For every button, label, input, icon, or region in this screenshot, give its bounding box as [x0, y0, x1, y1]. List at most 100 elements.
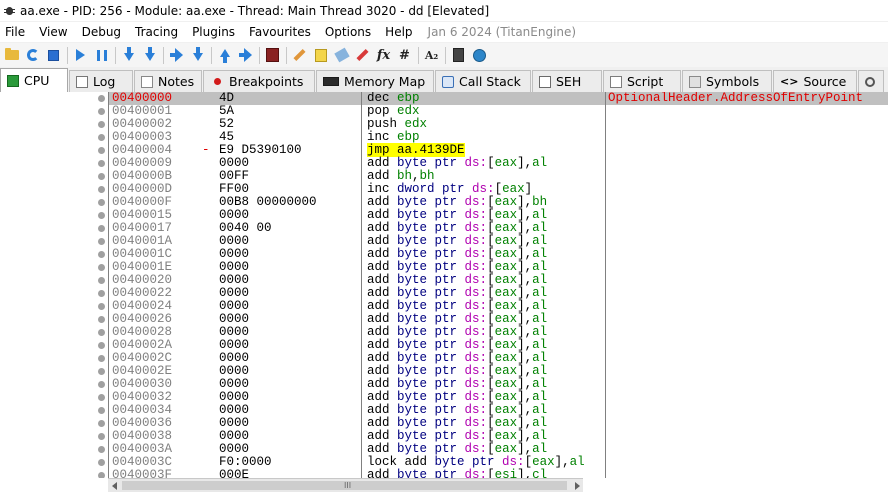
breakpoint-dot-icon[interactable]: [98, 316, 105, 323]
disassembly-view[interactable]: 00400000 4D dec ebp OptionalHeader.AddressO…: [0, 92, 888, 478]
toolbar-separator: [115, 46, 116, 64]
tab-log[interactable]: Log: [69, 70, 133, 92]
breakpoint-dot-icon[interactable]: [98, 420, 105, 427]
breakpoint-dot-icon[interactable]: [98, 290, 105, 297]
toolbar-separator: [67, 46, 68, 64]
call-stack-icon: [442, 75, 454, 88]
run-icon[interactable]: [72, 47, 89, 64]
tab-label: Breakpoints: [229, 74, 304, 89]
menu-file[interactable]: File: [0, 22, 32, 42]
label-icon[interactable]: [333, 47, 350, 64]
breakpoint-dot-icon: [214, 78, 221, 85]
menu-favourites[interactable]: Favourites: [242, 22, 318, 42]
hash-icon[interactable]: #: [396, 47, 413, 64]
toolbar: fx # A₂: [0, 43, 888, 67]
scrollbar-grip: III: [344, 481, 352, 490]
tab-call-stack[interactable]: Call Stack: [435, 70, 531, 92]
tab-label: Call Stack: [459, 74, 521, 89]
open-icon[interactable]: [3, 47, 20, 64]
breakpoint-dot-icon[interactable]: [98, 264, 105, 271]
jump-arrow: -: [202, 143, 210, 157]
breakpoint-dot-icon[interactable]: [98, 147, 105, 154]
breakpoint-dot-icon[interactable]: [98, 212, 105, 219]
menu-view[interactable]: View: [32, 22, 74, 42]
tab-label: Memory Map: [344, 74, 426, 89]
menu-help[interactable]: Help: [378, 22, 419, 42]
trace-icon[interactable]: [168, 47, 185, 64]
scroll-left-icon[interactable]: [108, 479, 120, 492]
calculator-icon[interactable]: [450, 47, 467, 64]
toolbar-separator: [259, 46, 260, 64]
font-icon[interactable]: A₂: [423, 47, 440, 64]
breakpoint-dot-icon[interactable]: [98, 394, 105, 401]
opcode-bytes: 000E: [219, 468, 250, 479]
tab-symbols[interactable]: Symbols: [682, 70, 772, 92]
search-icon: [865, 76, 875, 87]
menu-bar: File View Debug Tracing Plugins Favourit…: [0, 22, 888, 42]
scylla-icon[interactable]: [264, 47, 281, 64]
breakpoint-dot-icon[interactable]: [98, 355, 105, 362]
breakpoint-dot-icon[interactable]: [98, 277, 105, 284]
animate-icon[interactable]: [237, 47, 254, 64]
breakpoint-dot-icon[interactable]: [98, 459, 105, 466]
breakpoint-dot-icon[interactable]: [98, 342, 105, 349]
symbols-icon: [689, 75, 701, 88]
tab-source[interactable]: <> Source: [773, 70, 857, 92]
step-into-icon[interactable]: [120, 47, 137, 64]
step-over-icon[interactable]: [141, 47, 158, 64]
tab-label: CPU: [24, 73, 50, 88]
tab-search[interactable]: [858, 70, 884, 92]
breakpoint-dot-icon[interactable]: [98, 407, 105, 414]
execute-till-return-icon[interactable]: [216, 47, 233, 64]
comment-icon[interactable]: [312, 47, 329, 64]
globe-icon[interactable]: [471, 47, 488, 64]
tab-seh[interactable]: SEH: [532, 70, 602, 92]
scroll-right-icon[interactable]: [571, 479, 583, 492]
breakpoint-dot-icon[interactable]: [98, 121, 105, 128]
breakpoint-dot-icon[interactable]: [98, 446, 105, 453]
breakpoint-dot-icon[interactable]: [98, 199, 105, 206]
menu-plugins[interactable]: Plugins: [185, 22, 242, 42]
menu-debug[interactable]: Debug: [75, 22, 128, 42]
breakpoint-dot-icon[interactable]: [98, 225, 105, 232]
build-date: Jan 6 2024 (TitanEngine): [427, 25, 577, 39]
tab-bar: CPU Log Notes Breakpoints Memory Map Cal…: [0, 68, 888, 92]
patch-icon[interactable]: [291, 47, 308, 64]
menu-tracing[interactable]: Tracing: [128, 22, 185, 42]
tab-memory-map[interactable]: Memory Map: [316, 70, 434, 92]
footer-blank: [583, 478, 888, 492]
breakpoint-dot-icon[interactable]: [98, 186, 105, 193]
breakpoint-dot-icon[interactable]: [98, 160, 105, 167]
run-to-user-icon[interactable]: [189, 47, 206, 64]
function-icon[interactable]: fx: [375, 47, 392, 64]
tab-label: Notes: [158, 74, 195, 89]
breakpoint-dot-icon[interactable]: [98, 381, 105, 388]
bookmark-icon[interactable]: [354, 47, 371, 64]
instruction: add byte ptr ds:[esi],cl: [367, 468, 548, 479]
disasm-row[interactable]: 0040003F 000E add byte ptr ds:[esi],cl: [0, 469, 888, 478]
breakpoint-dot-icon[interactable]: [98, 433, 105, 440]
scrollbar-thumb[interactable]: III: [122, 481, 567, 490]
notes-icon: [141, 75, 153, 88]
tab-cpu[interactable]: CPU: [0, 68, 68, 92]
breakpoint-dot-icon[interactable]: [98, 368, 105, 375]
tab-script[interactable]: Script: [603, 70, 681, 92]
breakpoint-dot-icon[interactable]: [98, 134, 105, 141]
restart-icon[interactable]: [24, 47, 41, 64]
breakpoint-dot-icon[interactable]: [98, 238, 105, 245]
menu-options[interactable]: Options: [318, 22, 378, 42]
tab-notes[interactable]: Notes: [134, 70, 202, 92]
tab-label: Symbols: [706, 74, 760, 89]
breakpoint-dot-icon[interactable]: [98, 329, 105, 336]
seh-icon: [539, 75, 551, 88]
breakpoint-dot-icon[interactable]: [98, 303, 105, 310]
x64dbg-bug-icon: [4, 5, 15, 16]
stop-icon[interactable]: [45, 47, 62, 64]
tab-breakpoints[interactable]: Breakpoints: [203, 70, 315, 92]
breakpoint-dot-icon[interactable]: [98, 251, 105, 258]
pause-icon[interactable]: [93, 47, 110, 64]
breakpoint-dot-icon[interactable]: [98, 108, 105, 115]
horizontal-scrollbar[interactable]: III: [108, 478, 583, 492]
breakpoint-dot-icon[interactable]: [98, 95, 105, 102]
breakpoint-dot-icon[interactable]: [98, 173, 105, 180]
